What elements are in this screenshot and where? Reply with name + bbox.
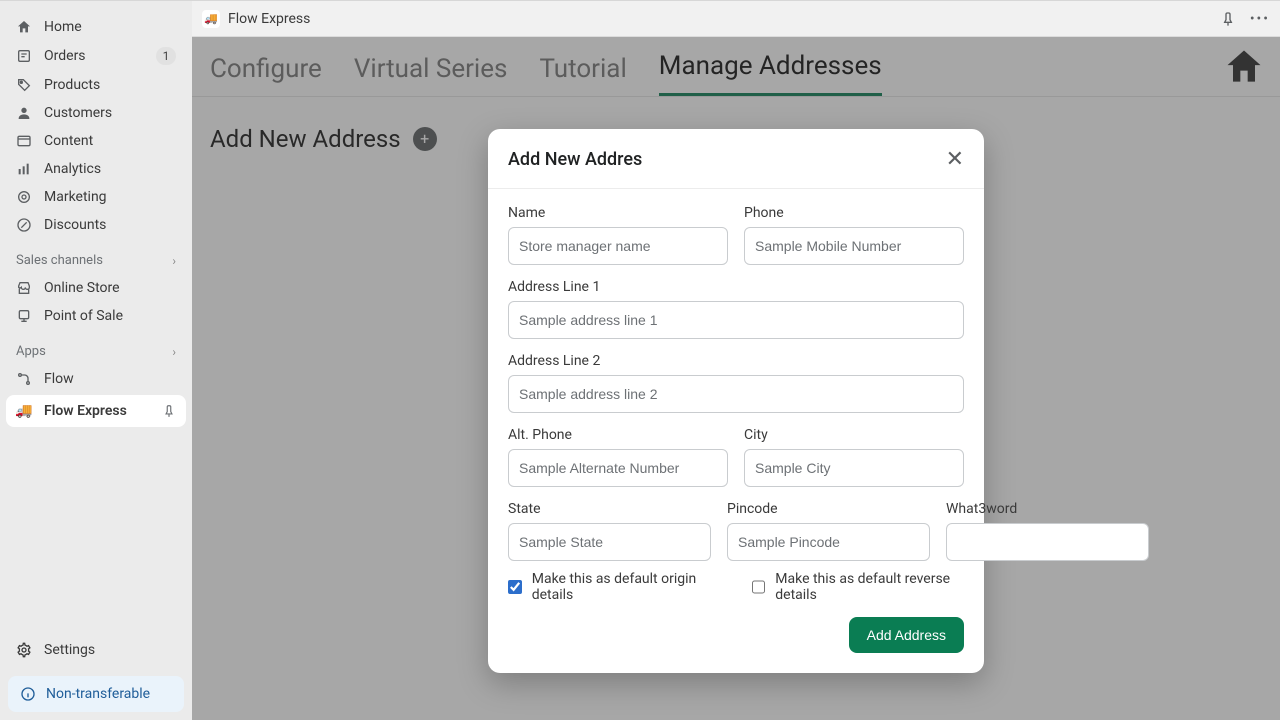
altphone-label: Alt. Phone <box>508 427 728 443</box>
chevron-right-icon: › <box>172 254 176 268</box>
pin-icon[interactable] <box>162 404 176 418</box>
sidebar-item-label: Discounts <box>44 217 106 233</box>
sidebar-item-analytics[interactable]: Analytics <box>0 155 192 183</box>
sidebar-item-flow-express[interactable]: 🚚 Flow Express <box>6 395 186 427</box>
name-input[interactable] <box>508 227 728 265</box>
default-reverse-checkbox[interactable] <box>752 579 766 595</box>
section-label: Apps <box>16 344 46 359</box>
default-reverse-check[interactable]: Make this as default reverse details <box>752 571 964 603</box>
addr2-label: Address Line 2 <box>508 353 964 369</box>
addr1-label: Address Line 1 <box>508 279 964 295</box>
chevron-right-icon: › <box>172 345 176 359</box>
info-icon <box>20 686 36 702</box>
close-icon[interactable]: ✕ <box>946 147 964 172</box>
sidebar-item-content[interactable]: Content <box>0 127 192 155</box>
default-origin-label: Make this as default origin details <box>532 571 712 603</box>
sidebar-item-marketing[interactable]: Marketing <box>0 183 192 211</box>
orders-badge: 1 <box>156 47 176 65</box>
settings-label: Settings <box>44 642 95 658</box>
sidebar-section-channels[interactable]: Sales channels › <box>0 239 192 274</box>
store-icon <box>16 280 32 296</box>
modal-title: Add New Addres <box>508 149 642 170</box>
flow-icon <box>16 371 32 387</box>
gear-icon <box>16 642 32 658</box>
state-label: State <box>508 501 711 517</box>
main: 🚚 Flow Express ••• Configure Virtual Ser… <box>192 1 1280 720</box>
tag-icon <box>16 77 32 93</box>
sidebar-item-online-store[interactable]: Online Store <box>0 274 192 302</box>
sidebar-item-label: Point of Sale <box>44 308 123 324</box>
sidebar-item-pos[interactable]: Point of Sale <box>0 302 192 330</box>
sidebar-item-label: Orders <box>44 48 86 64</box>
sidebar-item-label: Products <box>44 77 100 93</box>
city-label: City <box>744 427 964 443</box>
pincode-label: Pincode <box>727 501 930 517</box>
name-label: Name <box>508 205 728 221</box>
user-icon <box>16 105 32 121</box>
discount-icon <box>16 217 32 233</box>
phone-label: Phone <box>744 205 964 221</box>
add-address-submit[interactable]: Add Address <box>849 617 964 653</box>
sidebar-item-discounts[interactable]: Discounts <box>0 211 192 239</box>
addr2-input[interactable] <box>508 375 964 413</box>
default-origin-check[interactable]: Make this as default origin details <box>508 571 712 603</box>
modal-overlay: Add New Addres ✕ Name Phone <box>192 37 1280 720</box>
state-input[interactable] <box>508 523 711 561</box>
sidebar: Home Orders 1 Products Customers Content… <box>0 1 192 720</box>
sidebar-item-customers[interactable]: Customers <box>0 99 192 127</box>
pin-icon[interactable] <box>1220 11 1236 27</box>
addr1-input[interactable] <box>508 301 964 339</box>
content-icon <box>16 133 32 149</box>
sidebar-item-label: Home <box>44 19 82 35</box>
section-label: Sales channels <box>16 253 103 268</box>
nontransferable-banner[interactable]: Non-transferable <box>8 676 184 712</box>
truck-icon: 🚚 <box>16 403 32 419</box>
app-title: Flow Express <box>228 11 310 27</box>
phone-input[interactable] <box>744 227 964 265</box>
pincode-input[interactable] <box>727 523 930 561</box>
sidebar-item-flow[interactable]: Flow <box>0 365 192 393</box>
sidebar-item-home[interactable]: Home <box>0 13 192 41</box>
content: Configure Virtual Series Tutorial Manage… <box>192 37 1280 720</box>
add-address-modal: Add New Addres ✕ Name Phone <box>488 129 984 673</box>
sidebar-item-label: Online Store <box>44 280 120 296</box>
default-reverse-label: Make this as default reverse details <box>775 571 964 603</box>
target-icon <box>16 189 32 205</box>
sidebar-item-label: Flow Express <box>44 403 127 419</box>
sidebar-item-settings[interactable]: Settings <box>0 632 192 668</box>
sidebar-item-label: Content <box>44 133 93 149</box>
city-input[interactable] <box>744 449 964 487</box>
w3w-label: What3word <box>946 501 1149 517</box>
home-icon <box>16 19 32 35</box>
sidebar-item-label: Marketing <box>44 189 107 205</box>
app-icon: 🚚 <box>202 10 220 28</box>
topbar: 🚚 Flow Express ••• <box>192 1 1280 37</box>
sidebar-item-orders[interactable]: Orders 1 <box>0 41 192 71</box>
analytics-icon <box>16 161 32 177</box>
orders-icon <box>16 48 32 64</box>
sidebar-item-label: Customers <box>44 105 112 121</box>
pos-icon <box>16 308 32 324</box>
nontransferable-label: Non-transferable <box>46 686 150 702</box>
altphone-input[interactable] <box>508 449 728 487</box>
w3w-input[interactable] <box>946 523 1149 561</box>
default-origin-checkbox[interactable] <box>508 579 522 595</box>
sidebar-item-products[interactable]: Products <box>0 71 192 99</box>
sidebar-item-label: Analytics <box>44 161 101 177</box>
more-icon[interactable]: ••• <box>1250 11 1270 27</box>
sidebar-item-label: Flow <box>44 371 74 387</box>
sidebar-section-apps[interactable]: Apps › <box>0 330 192 365</box>
